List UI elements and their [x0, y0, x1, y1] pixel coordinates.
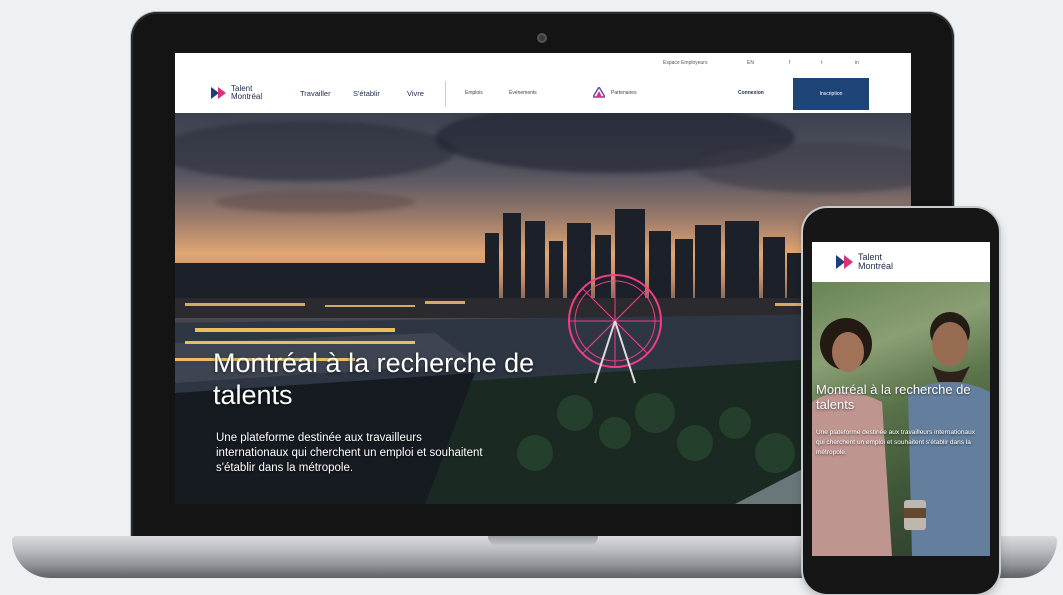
hero-banner: Montréal à la recherche de talents Une p…: [175, 113, 911, 504]
laptop-screen: Espace Employeurs EN f t in Talent Montr…: [175, 53, 911, 504]
hero-title: Montréal à la recherche de talents: [213, 348, 535, 410]
nav-item-evenements[interactable]: Événements: [509, 90, 537, 96]
logo-line2: Montréal: [231, 92, 263, 101]
topbar-link-language[interactable]: EN: [747, 60, 754, 66]
nav-item-setablir[interactable]: S'établir: [353, 89, 380, 98]
nav-item-travailler[interactable]: Travailler: [300, 89, 331, 98]
nav-divider: [445, 81, 446, 107]
login-link[interactable]: Connexion: [738, 90, 764, 96]
nav-item-partenaires[interactable]: Partenaires: [611, 90, 637, 96]
main-navbar: Talent Montréal Travailler S'établir Viv…: [175, 75, 911, 113]
topbar-link-employers[interactable]: Espace Employeurs: [663, 60, 707, 66]
linkedin-icon[interactable]: in: [855, 60, 859, 66]
phone-header: Talent Montréal: [812, 242, 990, 282]
people-photo-image: [812, 282, 990, 556]
phone-site-logo[interactable]: Talent Montréal: [836, 253, 893, 271]
site-logo[interactable]: Talent Montréal: [211, 85, 262, 101]
partner-icon: [593, 87, 605, 98]
laptop-camera: [537, 33, 547, 43]
utility-bar: Espace Employeurs EN f t in: [175, 53, 911, 75]
phone-logo-line2: Montréal: [858, 261, 894, 271]
twitter-icon[interactable]: t: [821, 60, 822, 66]
phone-hero-title: Montréal à la recherche de talents: [816, 382, 971, 412]
nav-item-vivre[interactable]: Vivre: [407, 89, 424, 98]
logo-mark-icon: [211, 87, 226, 99]
signup-button[interactable]: Inscription: [793, 78, 869, 110]
phone-hero-banner: Montréal à la recherche de talents Une p…: [812, 282, 990, 556]
phone-hero-subtitle: Une plateforme destinée aux travailleurs…: [816, 429, 975, 456]
nav-item-emplois[interactable]: Emplois: [465, 90, 483, 96]
facebook-icon[interactable]: f: [789, 60, 790, 66]
hero-subtitle: Une plateforme destinée aux travailleurs…: [216, 432, 483, 474]
laptop-notch: [488, 536, 598, 546]
phone-logo-mark-icon: [836, 255, 853, 269]
phone-screen: Talent Montréal Montréal à la recherche …: [812, 242, 990, 556]
